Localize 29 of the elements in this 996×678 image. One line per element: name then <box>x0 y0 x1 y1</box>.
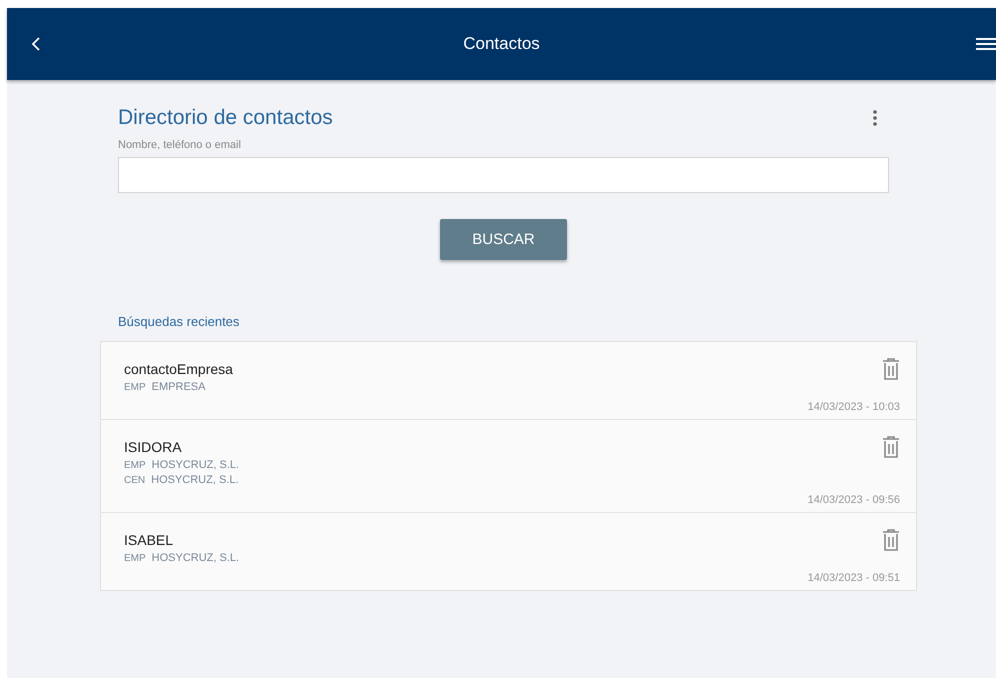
tag-value: HOSYCRUZ, S.L. <box>151 473 239 488</box>
contact-name: contactoEmpresa <box>124 361 233 377</box>
search-field[interactable] <box>118 157 889 193</box>
timestamp: 14/03/2023 - 09:51 <box>808 572 900 584</box>
more-options-icon[interactable] <box>873 109 877 127</box>
menu-icon[interactable] <box>976 36 996 52</box>
recent-search-item[interactable]: ISABEL EMP HOSYCRUZ, S.L. 14/03/2023 - 09:51 <box>101 513 916 590</box>
contact-name: ISIDORA <box>124 439 182 455</box>
section-heading: Búsquedas recientes <box>118 314 240 329</box>
tag-code: EMP <box>124 552 146 566</box>
field-label: Nombre, teléfono o email <box>118 139 242 151</box>
tag-code: CEN <box>124 474 146 488</box>
tag-code: EMP <box>124 381 146 395</box>
screen-title: Contactos <box>463 34 540 54</box>
tag-value: EMPRESA <box>152 380 206 395</box>
timestamp: 14/03/2023 - 10:03 <box>808 401 900 413</box>
timestamp: 14/03/2023 - 09:56 <box>808 494 900 506</box>
recent-search-item[interactable]: contactoEmpresa EMP EMPRESA 14/03/2023 - 10:03 <box>101 342 916 420</box>
recent-search-item[interactable]: ISIDORA EMP HOSYCRUZ, S.L. CEN HOSYCRUZ, S.L. 14/03/2023 - 09:56 <box>101 420 916 513</box>
tag-value: HOSYCRUZ, S.L. <box>152 458 240 473</box>
delete-icon[interactable] <box>882 436 900 458</box>
delete-icon[interactable] <box>882 358 900 380</box>
tag-code: EMP <box>124 459 146 473</box>
tag-value: HOSYCRUZ, S.L. <box>152 551 240 566</box>
directory-title: Directorio de contactos <box>118 106 333 130</box>
contact-name: ISABEL <box>124 532 174 548</box>
back-icon[interactable] <box>30 36 42 52</box>
search-button[interactable]: BUSCAR <box>440 219 567 260</box>
delete-icon[interactable] <box>882 529 900 551</box>
